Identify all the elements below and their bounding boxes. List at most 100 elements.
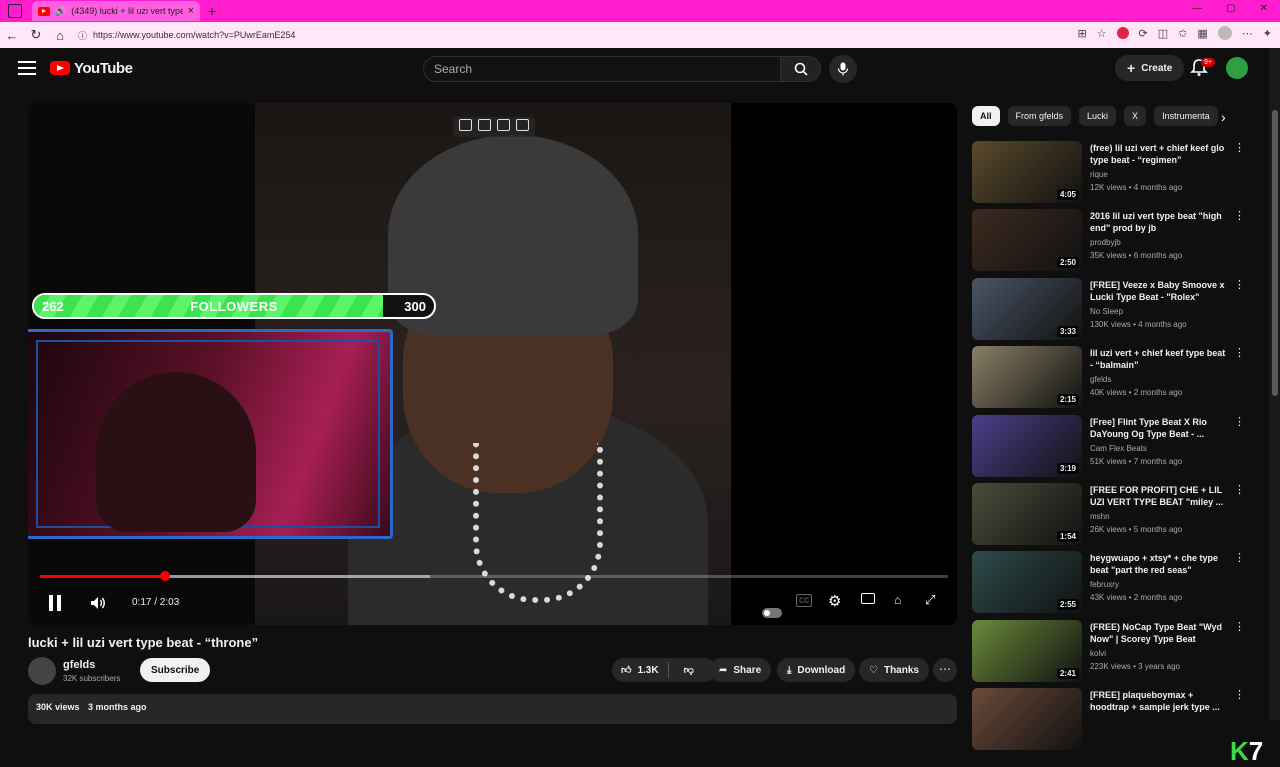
list-item[interactable]: 2:15 lil uzi vert + chief keef type beat … xyxy=(972,346,1252,414)
more-options-icon[interactable]: ⋮ xyxy=(1234,141,1245,154)
video-title-link[interactable]: (FREE) NoCap Type Beat "Wyd Now" | Score… xyxy=(1090,621,1228,645)
list-item[interactable]: 2:50 2016 lil uzi vert type beat "high en… xyxy=(972,209,1252,277)
video-title-link[interactable]: [FREE FOR PROFIT] CHE + LIL UZI VERT TYP… xyxy=(1090,484,1228,508)
reload-icon[interactable]: ↻ xyxy=(24,27,48,43)
browser-tab[interactable]: 🔊 (4349) lucki + lil uzi vert type beat … xyxy=(32,1,200,21)
channel-name[interactable]: gfelds xyxy=(1090,375,1111,384)
back-icon[interactable]: ← xyxy=(0,28,24,43)
video-title-link[interactable]: 2016 lil uzi vert type beat "high end" p… xyxy=(1090,210,1228,234)
address-bar[interactable]: ⓘ https://www.youtube.com/watch?v=PUwrEa… xyxy=(78,29,295,42)
channel-name[interactable]: mshn xyxy=(1090,512,1110,521)
autoplay-toggle[interactable] xyxy=(762,608,782,618)
more-options-icon[interactable]: ⋮ xyxy=(1234,551,1245,564)
more-options-icon[interactable]: ⋮ xyxy=(1234,415,1245,428)
video-thumbnail[interactable]: 4:05 xyxy=(972,141,1082,203)
video-thumbnail[interactable]: 1:54 xyxy=(972,482,1082,545)
favorites-icon[interactable]: ✩ xyxy=(1178,27,1187,40)
more-options-icon[interactable]: ⋮ xyxy=(1234,688,1245,701)
tab-close-icon[interactable]: × xyxy=(188,5,194,17)
video-title-link[interactable]: [Free] Flint Type Beat X Rio DaYoung Og … xyxy=(1090,416,1228,440)
chip-all[interactable]: All xyxy=(972,106,1000,126)
more-actions-icon[interactable]: ⋯ xyxy=(933,658,957,682)
create-button[interactable]: + Create xyxy=(1115,55,1185,81)
channel-avatar[interactable] xyxy=(28,657,56,685)
pip-icon[interactable] xyxy=(459,119,472,131)
chip-instrumenta[interactable]: Instrumenta xyxy=(1154,106,1218,126)
minimize-icon[interactable]: — xyxy=(1192,3,1202,14)
subscribe-button[interactable]: Subscribe xyxy=(140,658,211,682)
theater-mode-icon[interactable] xyxy=(861,593,875,604)
site-info-icon[interactable]: ⓘ xyxy=(78,29,87,42)
translate-icon[interactable] xyxy=(516,119,529,131)
settings-menu-icon[interactable]: ⋯ xyxy=(1242,27,1253,40)
video-player[interactable]: FOLLOWERS 262 300 0:17 / 2:03 cc ⚙ ⌂ ⤢ xyxy=(28,103,957,625)
voice-search-button[interactable] xyxy=(829,55,857,83)
video-title-link[interactable]: [FREE] plaqueboymax + hoodtrap + sample … xyxy=(1090,689,1228,713)
menu-icon[interactable] xyxy=(18,61,36,75)
video-title-link[interactable]: lil uzi vert + chief keef type beat - “b… xyxy=(1090,347,1228,371)
list-item[interactable]: 3:19 [Free] Flint Type Beat X Rio DaYoung… xyxy=(972,414,1252,483)
channel-name[interactable]: kolvi xyxy=(1090,649,1106,658)
youtube-logo[interactable]: YouTube xyxy=(50,60,133,77)
video-title-link[interactable]: (free) lil uzi vert + chief keef glo typ… xyxy=(1090,142,1228,166)
chip-from-gfelds[interactable]: From gfelds xyxy=(1007,106,1072,126)
apps-icon[interactable]: ⊞ xyxy=(1077,27,1086,40)
note-icon[interactable] xyxy=(497,119,510,131)
list-item[interactable]: 2:55 heygwuapo + xtsy* + che type beat "p… xyxy=(972,551,1252,619)
search-input[interactable]: Search xyxy=(423,56,781,82)
list-item[interactable]: 3:33 [FREE] Veeze x Baby Smoove x Lucki T… xyxy=(972,277,1252,346)
thanks-button[interactable]: ♡ Thanks xyxy=(859,658,929,682)
channel-name[interactable]: rique xyxy=(1090,170,1108,179)
cast-icon[interactable]: ⌂ xyxy=(894,593,901,607)
channel-name[interactable]: No Sleep xyxy=(1090,307,1123,316)
copilot-icon[interactable]: ✦ xyxy=(1263,27,1272,40)
progress-bar[interactable] xyxy=(40,571,948,581)
channel-name[interactable]: prodbyjb xyxy=(1090,238,1121,247)
chevron-right-icon[interactable]: › xyxy=(1221,109,1226,125)
more-options-icon[interactable]: ⋮ xyxy=(1234,209,1245,222)
url-text[interactable]: https://www.youtube.com/watch?v=PUwrEamE… xyxy=(93,30,295,40)
more-options-icon[interactable]: ⋮ xyxy=(1234,278,1245,291)
like-button[interactable]: 👍︎ 1.3K xyxy=(612,662,669,678)
download-button[interactable]: ⤓ Download xyxy=(777,658,856,682)
settings-gear-icon[interactable]: ⚙ xyxy=(828,592,841,610)
page-scrollbar[interactable] xyxy=(1269,48,1280,720)
chip-x[interactable]: X xyxy=(1124,106,1147,126)
channel-name[interactable]: Cam Flex Beats xyxy=(1090,444,1147,453)
list-item[interactable]: 2:41 (FREE) NoCap Type Beat "Wyd Now" | S… xyxy=(972,619,1252,688)
video-thumbnail[interactable] xyxy=(972,688,1082,751)
captions-icon[interactable]: cc xyxy=(796,594,812,607)
refresh-extension-icon[interactable]: ⟳ xyxy=(1139,27,1148,40)
video-title-link[interactable]: heygwuapo + xtsy* + che type beat "part … xyxy=(1090,552,1228,576)
dislike-button[interactable]: 👎︎ xyxy=(675,664,703,676)
more-options-icon[interactable]: ⋮ xyxy=(1234,483,1245,496)
window-close-icon[interactable]: ✕ xyxy=(1260,3,1268,14)
more-options-icon[interactable]: ⋮ xyxy=(1234,620,1245,633)
pause-icon[interactable] xyxy=(49,595,61,611)
more-options-icon[interactable]: ⋮ xyxy=(1234,346,1245,359)
tab-actions-icon[interactable] xyxy=(8,4,22,18)
video-thumbnail[interactable]: 3:19 xyxy=(972,414,1082,477)
split-screen-icon[interactable]: ◫ xyxy=(1158,27,1168,40)
user-avatar[interactable] xyxy=(1226,57,1248,79)
share-button[interactable]: ➦ Share xyxy=(709,658,772,682)
volume-icon[interactable] xyxy=(90,596,106,610)
channel-name[interactable]: gfelds xyxy=(63,659,95,671)
video-title-link[interactable]: [FREE] Veeze x Baby Smoove x Lucki Type … xyxy=(1090,279,1228,303)
maximize-icon[interactable]: ▢ xyxy=(1226,3,1235,14)
video-thumbnail[interactable]: 2:50 xyxy=(972,209,1082,272)
speaker-icon[interactable]: 🔊 xyxy=(55,6,66,17)
search-button[interactable] xyxy=(781,56,821,82)
capture-icon[interactable] xyxy=(478,119,491,131)
fullscreen-icon[interactable]: ⤢ xyxy=(925,592,935,608)
profile-icon[interactable] xyxy=(1217,26,1232,40)
extension-icon[interactable] xyxy=(1116,27,1129,39)
favorite-star-icon[interactable]: ☆ xyxy=(1097,27,1107,40)
channel-name[interactable]: februxry xyxy=(1090,580,1119,589)
video-thumbnail[interactable]: 2:15 xyxy=(972,346,1082,409)
list-item[interactable]: [FREE] plaqueboymax + hoodtrap + sample … xyxy=(972,688,1252,756)
video-thumbnail[interactable]: 3:33 xyxy=(972,277,1082,340)
list-item[interactable]: 1:54 [FREE FOR PROFIT] CHE + LIL UZI VERT… xyxy=(972,482,1252,551)
chip-lucki[interactable]: Lucki xyxy=(1079,106,1117,126)
home-icon[interactable]: ⌂ xyxy=(48,28,72,43)
